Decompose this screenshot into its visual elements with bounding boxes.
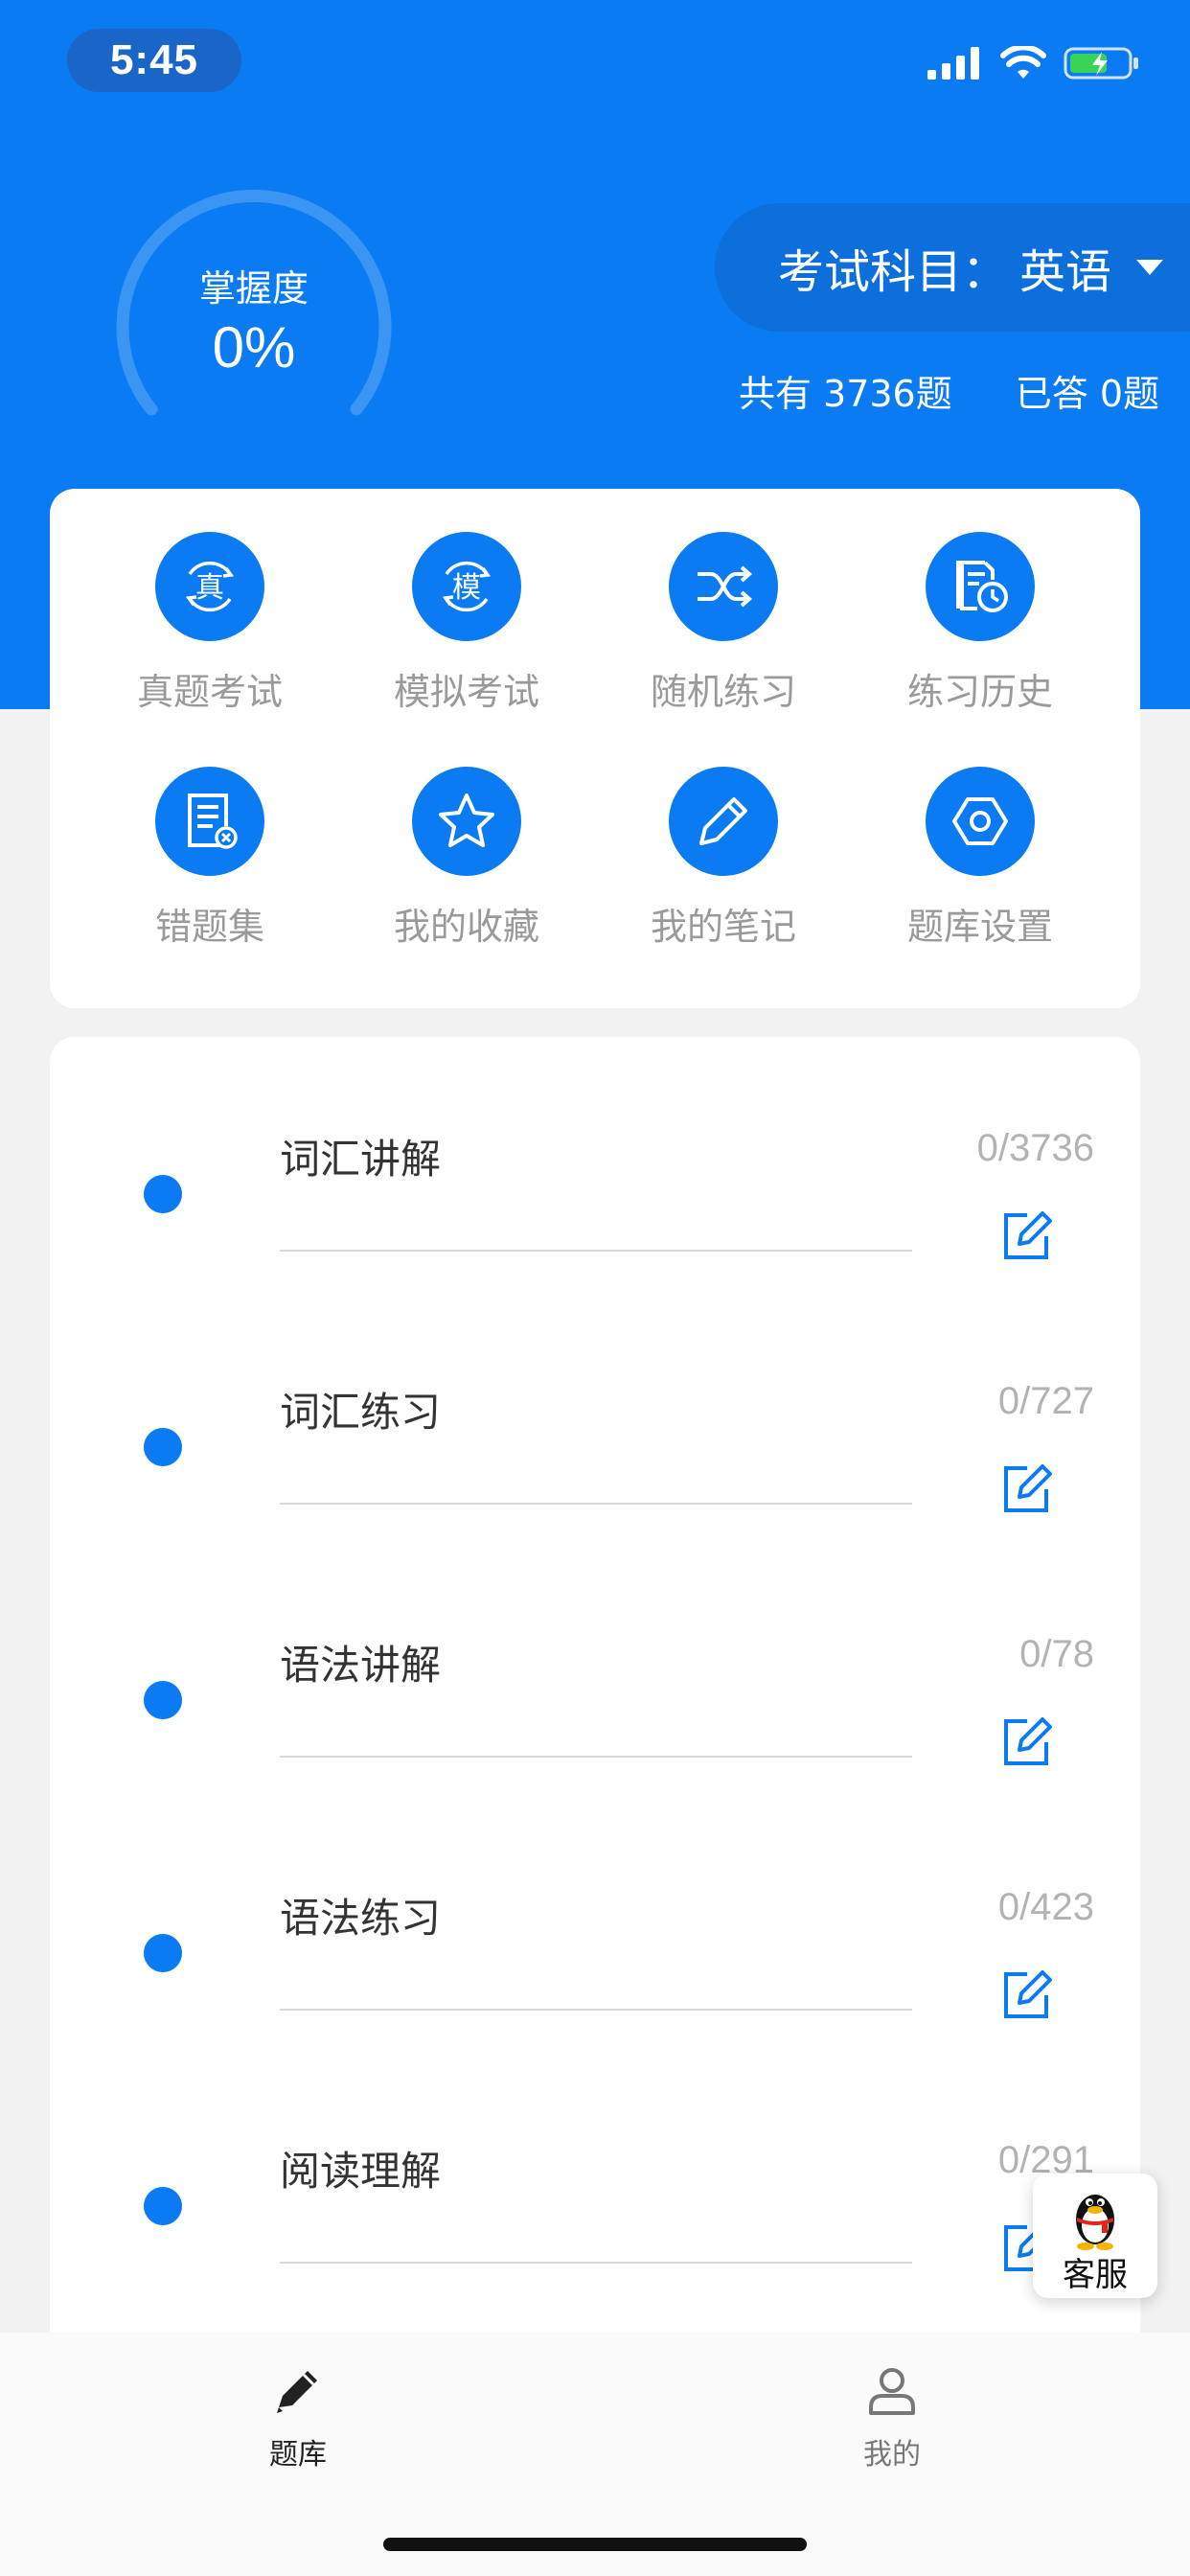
bullet-dot: [144, 2187, 182, 2225]
category-row[interactable]: 语法练习 0/423: [50, 1796, 1140, 2049]
feature-label: 错题集: [154, 906, 264, 948]
qq-penguin-icon: [1076, 2195, 1114, 2250]
svg-text:模: 模: [452, 571, 481, 605]
category-title: 语法讲解: [280, 1642, 442, 1689]
category-row[interactable]: 语法讲解 0/78: [50, 1543, 1140, 1796]
status-icons: [927, 46, 1140, 80]
category-title: 词汇讲解: [280, 1136, 442, 1183]
subject-value: 英语: [1019, 245, 1112, 299]
feature-history[interactable]: 练习历史: [875, 532, 1086, 715]
category-count: 0/727: [997, 1380, 1094, 1422]
feature-label: 真题考试: [136, 671, 283, 713]
feature-notes[interactable]: 我的笔记: [618, 767, 829, 950]
feature-label: 我的收藏: [393, 906, 539, 948]
feature-wrong-questions[interactable]: 错题集: [104, 767, 315, 950]
wrong-questions-icon: [155, 767, 264, 876]
edit-icon[interactable]: [998, 1714, 1054, 1769]
category-count: 0/3736: [976, 1127, 1094, 1169]
category-row[interactable]: 词汇讲解 0/3736: [50, 1037, 1140, 1290]
category-count: 0/78: [1019, 1633, 1094, 1675]
feature-random-practice[interactable]: 随机练习: [618, 532, 829, 715]
question-stats: 共有 3736题 已答 0题: [739, 364, 1159, 417]
settings-icon: [926, 767, 1035, 876]
mastery-title: 掌握度: [198, 267, 309, 310]
category-title: 词汇练习: [280, 1389, 442, 1436]
home-indicator[interactable]: [383, 2538, 807, 2551]
edit-icon[interactable]: [998, 1208, 1054, 1263]
category-list: 词汇讲解 0/3736 词汇练习 0/727 语法讲解 0/78 语法练习 0/…: [50, 1037, 1140, 2513]
feature-label: 题库设置: [906, 906, 1053, 948]
pencil-icon: [669, 767, 778, 876]
feature-mock-exam[interactable]: 模 模拟考试: [361, 532, 572, 715]
progress-line: [280, 1503, 912, 1505]
pencil-tab-icon: [277, 2371, 317, 2413]
progress-line: [280, 2262, 912, 2264]
history-icon: [926, 532, 1035, 641]
signal-icon: [927, 47, 979, 80]
battery-icon: [1064, 47, 1138, 80]
feature-label: 模拟考试: [393, 671, 539, 713]
progress-line: [280, 2009, 912, 2011]
svg-text:真: 真: [195, 571, 224, 605]
tab-label: 我的: [863, 2438, 921, 2472]
customer-service-label: 客服: [1063, 2256, 1128, 2294]
edit-icon[interactable]: [998, 1966, 1054, 2022]
status-time: 5:45: [67, 29, 241, 92]
bullet-dot: [144, 1681, 182, 1719]
features-card: 真 真题考试 模 模拟考试 随机练习 练习历史 错题集 我的收藏 我的笔记 题库…: [50, 489, 1140, 1008]
category-count: 0/423: [997, 1886, 1094, 1928]
feature-label: 我的笔记: [650, 906, 796, 948]
edit-icon[interactable]: [998, 1460, 1054, 1516]
tab-mine[interactable]: 我的: [796, 2361, 988, 2472]
progress-line: [280, 1756, 912, 1758]
customer-service-button[interactable]: 客服: [1033, 2174, 1157, 2298]
wifi-icon: [1000, 46, 1046, 79]
mock-exam-icon: 模: [412, 532, 521, 641]
feature-real-exam[interactable]: 真 真题考试: [104, 532, 315, 715]
feature-settings[interactable]: 题库设置: [875, 767, 1086, 950]
subject-label: 考试科目：: [778, 245, 1009, 299]
caret-down-icon: [1136, 260, 1164, 275]
feature-label: 随机练习: [650, 671, 796, 713]
tab-label: 题库: [269, 2438, 327, 2472]
feature-label: 练习历史: [906, 671, 1053, 713]
mastery-value: 0%: [212, 315, 296, 380]
app-screen: 5:45 掌握度 0% 考试科目： 英语 共有 3736题 已答 0题 真 真题…: [0, 0, 1190, 2576]
real-exam-icon: 真: [155, 532, 264, 641]
tab-question-bank[interactable]: 题库: [202, 2361, 394, 2472]
category-title: 语法练习: [280, 1895, 442, 1942]
star-icon: [412, 767, 521, 876]
user-tab-icon: [869, 2368, 915, 2415]
progress-line: [280, 1250, 912, 1252]
category-row[interactable]: 词汇练习 0/727: [50, 1290, 1140, 1543]
bullet-dot: [144, 1428, 182, 1466]
category-title: 阅读理解: [280, 2148, 442, 2195]
subject-selector[interactable]: 考试科目： 英语: [715, 203, 1190, 332]
category-row[interactable]: 阅读理解 0/291: [50, 2049, 1140, 2302]
answered-count: 已答 0题: [1015, 373, 1159, 415]
bullet-dot: [144, 1934, 182, 1972]
bullet-dot: [144, 1175, 182, 1213]
feature-favorites[interactable]: 我的收藏: [361, 767, 572, 950]
shuffle-icon: [669, 532, 778, 641]
total-questions: 共有 3736题: [738, 373, 952, 415]
